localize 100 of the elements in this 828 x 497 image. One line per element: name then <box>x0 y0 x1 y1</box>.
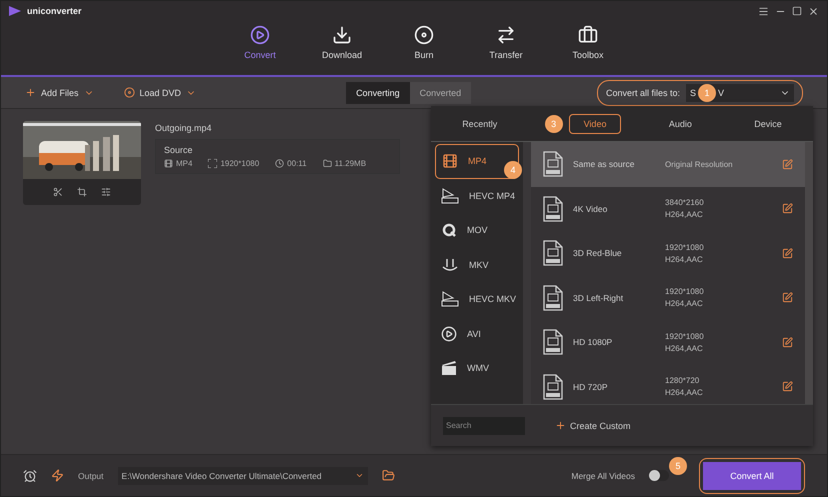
format-tab[interactable]: Audio <box>654 114 707 134</box>
convert-icon <box>250 25 270 45</box>
preset-name: 4K Video <box>573 204 608 214</box>
folder-icon <box>322 159 332 168</box>
convert-all-button[interactable]: Convert All <box>703 462 801 490</box>
merge-label: Merge All Videos <box>571 470 635 480</box>
crop-icon[interactable] <box>77 187 87 197</box>
convert-all-label: Convert all files to: <box>606 88 680 98</box>
format-tab[interactable]: Video <box>568 114 622 134</box>
format-tab[interactable]: Recently <box>447 114 512 134</box>
logo-icon <box>9 6 21 16</box>
folder-icon[interactable] <box>382 469 395 482</box>
output-path-field[interactable]: E:\Wondershare Video Converter Ultimate\Converted <box>118 466 368 484</box>
search-field[interactable]: Search <box>443 416 525 434</box>
video-file-icon <box>543 329 563 356</box>
effects-icon[interactable] <box>101 187 111 197</box>
format-tab[interactable]: Device <box>739 114 797 134</box>
plus-icon <box>25 87 36 98</box>
edit-icon[interactable] <box>782 158 793 170</box>
video-file-icon <box>543 374 563 400</box>
film-icon <box>164 159 173 168</box>
caret-icon <box>354 471 364 480</box>
step-badge: 3 <box>544 114 563 132</box>
preset-name: HD 720P <box>573 382 608 392</box>
transfer-icon <box>496 25 516 45</box>
step-badge: 1 <box>698 84 716 102</box>
format-item[interactable]: HEVC MP4 <box>431 178 523 213</box>
menu-icon[interactable] <box>758 6 769 16</box>
preset-row[interactable]: Same as source Original Resolution <box>531 142 805 186</box>
clapperboard-icon <box>441 360 457 376</box>
disc-icon <box>124 87 135 98</box>
step-badge: 4 <box>504 161 522 179</box>
maximize-icon[interactable] <box>792 6 802 16</box>
preset-name: Same as source <box>573 159 636 170</box>
edit-icon[interactable] <box>782 292 793 304</box>
source-format: MP4 <box>164 159 192 168</box>
preset-detail: H264,AAC <box>665 254 704 264</box>
close-icon[interactable] <box>808 6 819 16</box>
format-item[interactable]: MKV <box>431 248 523 282</box>
nav-tab[interactable]: Download <box>316 21 368 75</box>
format-item[interactable]: MOV <box>431 213 523 248</box>
video-file-icon <box>543 196 563 222</box>
preset-detail: H264,AAC <box>665 299 704 308</box>
preset-name: HD 1080P <box>573 337 614 348</box>
trim-icon[interactable] <box>53 187 63 197</box>
toolbox-icon <box>578 25 598 45</box>
download-icon <box>332 25 352 45</box>
preset-row[interactable]: 3D Left-Right 1920*1080 H264,AAC <box>531 276 805 320</box>
preset-detail: 3840*2160 <box>665 198 705 208</box>
view-tab[interactable]: Converting <box>346 82 410 104</box>
preset-row[interactable]: HD 1080P 1920*1080 H264,AAC <box>531 320 805 364</box>
step-badge: 5 <box>669 457 687 475</box>
preset-name: 3D Red-Blue <box>573 248 623 258</box>
nav-tab[interactable]: Toolbox <box>562 21 614 75</box>
alarm-clock-icon[interactable] <box>23 468 37 482</box>
source-label: Source <box>164 145 194 155</box>
nav-tab[interactable]: Transfer <box>480 21 532 75</box>
create-custom-button[interactable]: Create Custom <box>555 420 631 431</box>
app-title: uniconverter <box>27 6 82 16</box>
plus-icon <box>555 420 566 431</box>
preset-detail: 1920*1080 <box>665 287 705 296</box>
preset-row[interactable]: 4K Video 3840*2160 H264,AAC <box>531 186 805 231</box>
video-file-icon <box>543 284 563 311</box>
play-icon <box>441 326 457 342</box>
output-label: Output <box>78 470 104 480</box>
source-duration: 00:11 <box>275 159 307 168</box>
preset-row[interactable]: 3D Red-Blue 1920*1080 H264,AAC <box>531 231 805 276</box>
preset-detail: 1280*720 <box>665 376 700 386</box>
edit-icon[interactable] <box>782 381 793 392</box>
format-item[interactable]: AVI <box>431 316 523 351</box>
source-resolution: 1920*1080 <box>208 159 260 168</box>
clock-icon <box>275 159 284 168</box>
lightning-icon[interactable] <box>51 469 64 482</box>
load-dvd-button[interactable]: Load DVD <box>124 87 196 98</box>
video-file-icon <box>543 240 563 266</box>
preset-detail: H264,AAC <box>665 344 704 353</box>
edit-icon[interactable] <box>782 203 793 214</box>
add-files-button[interactable]: Add Files <box>25 87 94 98</box>
format-item[interactable]: HEVC MKV <box>431 282 523 316</box>
preset-detail: H264,AAC <box>665 388 704 398</box>
video-file-icon <box>543 151 563 178</box>
format-item[interactable]: MP4 4 <box>435 144 519 178</box>
view-tab[interactable]: Converted <box>410 82 472 104</box>
film-icon <box>442 153 458 170</box>
format-dropdown[interactable]: S 1 V <box>686 84 794 102</box>
preset-detail: 1920*1080 <box>665 332 705 341</box>
merge-toggle[interactable] <box>649 470 669 481</box>
source-size: 11.29MB <box>322 159 366 168</box>
edit-icon[interactable] <box>782 336 793 348</box>
nav-tab[interactable]: Convert <box>234 21 286 75</box>
q-icon <box>441 222 457 238</box>
format-item[interactable]: WMV <box>431 351 523 386</box>
preset-name: 3D Left-Right <box>573 292 624 303</box>
disc-icon <box>414 25 434 45</box>
edit-icon[interactable] <box>782 248 793 259</box>
preset-row[interactable]: HD 720P 1280*720 H264,AAC <box>531 364 805 404</box>
file-name: Outgoing.mp4 <box>155 123 213 133</box>
preset-detail: H264,AAC <box>665 210 704 220</box>
resolution-icon <box>208 159 218 168</box>
nav-tab[interactable]: Burn <box>398 21 450 75</box>
